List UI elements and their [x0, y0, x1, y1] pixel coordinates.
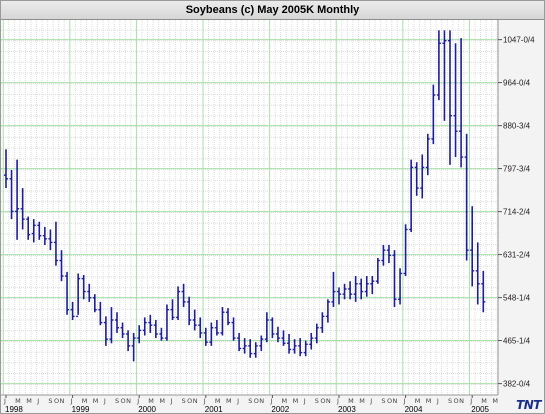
month-tick-label: M	[148, 397, 154, 405]
month-tick-label: O	[121, 397, 126, 405]
tnt-logo: TNT	[516, 398, 541, 412]
price-tick-label: 1047-0/4	[503, 36, 535, 45]
month-tick-label: N	[126, 397, 131, 405]
month-tick-label: S	[448, 397, 452, 405]
price-tick-label: 382-0/4	[503, 380, 531, 389]
month-tick-label: O	[54, 397, 59, 405]
time-axis: JMMJSONJMMJSONJMMJSONJMMJSONJMMJSONJMMJS…	[3, 395, 498, 413]
soybeans-monthly-chart: 382-0/4 465-1/4 548-1/4 631-2/4 714-2/4 797-3…	[1, 20, 535, 413]
month-tick-label: J	[36, 397, 39, 405]
month-tick-label: N	[259, 397, 264, 405]
chart-window: Soybeans (c) May 2005K Monthly 382-0/4 46…	[0, 0, 545, 414]
price-tick-label: 465-1/4	[503, 337, 531, 346]
month-tick-label: J	[436, 397, 439, 405]
year-tick-label: 2001	[205, 405, 223, 413]
month-tick-label: J	[369, 397, 372, 405]
month-tick-label: J	[303, 397, 306, 405]
month-tick-label: M	[492, 397, 498, 405]
month-tick-label: O	[454, 397, 459, 405]
month-tick-label: M	[348, 397, 354, 405]
month-tick-label: N	[459, 397, 464, 405]
month-tick-label: M	[293, 397, 299, 405]
month-tick-label: M	[26, 397, 32, 405]
month-tick-label: J	[403, 397, 406, 405]
price-tick-label: 714-2/4	[503, 208, 531, 217]
month-tick-label: M	[226, 397, 232, 405]
month-tick-label: S	[182, 397, 186, 405]
price-tick-label: 631-2/4	[503, 251, 531, 260]
year-tick-label: 2002	[271, 405, 289, 413]
month-tick-label: O	[387, 397, 392, 405]
chart-title: Soybeans (c) May 2005K Monthly	[1, 1, 544, 20]
month-tick-label: N	[193, 397, 198, 405]
month-tick-label: M	[415, 397, 421, 405]
month-tick-label: M	[93, 397, 99, 405]
month-tick-label: J	[3, 397, 6, 405]
month-tick-label: N	[60, 397, 65, 405]
month-tick-label: J	[136, 397, 139, 405]
month-tick-label: J	[170, 397, 173, 405]
month-tick-label: O	[254, 397, 259, 405]
month-tick-label: S	[248, 397, 252, 405]
month-tick-label: S	[115, 397, 119, 405]
year-tick-label: 2003	[338, 405, 356, 413]
month-tick-label: O	[320, 397, 325, 405]
month-tick-label: J	[203, 397, 206, 405]
year-tick-label: 2000	[138, 405, 156, 413]
month-tick-label: M	[282, 397, 288, 405]
price-tick-label: 964-0/4	[503, 79, 531, 88]
price-axis: 382-0/4 465-1/4 548-1/4 631-2/4 714-2/4 797-3…	[498, 36, 535, 389]
month-tick-label: N	[326, 397, 331, 405]
price-tick-label: 880-3/4	[503, 122, 531, 131]
month-tick-label: S	[381, 397, 385, 405]
month-tick-label: J	[236, 397, 239, 405]
year-tick-label: 2004	[405, 405, 423, 413]
month-tick-label: S	[48, 397, 52, 405]
month-tick-label: M	[215, 397, 221, 405]
month-tick-label: S	[315, 397, 319, 405]
month-tick-label: M	[15, 397, 21, 405]
price-tick-label: 797-3/4	[503, 165, 531, 174]
month-tick-label: M	[159, 397, 165, 405]
month-tick-label: N	[393, 397, 398, 405]
month-tick-label: J	[103, 397, 106, 405]
month-tick-label: M	[82, 397, 88, 405]
month-tick-label: J	[70, 397, 73, 405]
year-tick-label: 1998	[5, 405, 23, 413]
month-tick-label: J	[336, 397, 339, 405]
year-tick-label: 1999	[72, 405, 90, 413]
month-tick-label: M	[359, 397, 365, 405]
month-tick-label: M	[426, 397, 432, 405]
month-tick-label: M	[481, 397, 487, 405]
month-tick-label: J	[269, 397, 272, 405]
month-tick-label: O	[187, 397, 192, 405]
price-tick-label: 548-1/4	[503, 294, 531, 303]
month-tick-label: J	[469, 397, 472, 405]
year-tick-label: 2005	[471, 405, 489, 413]
